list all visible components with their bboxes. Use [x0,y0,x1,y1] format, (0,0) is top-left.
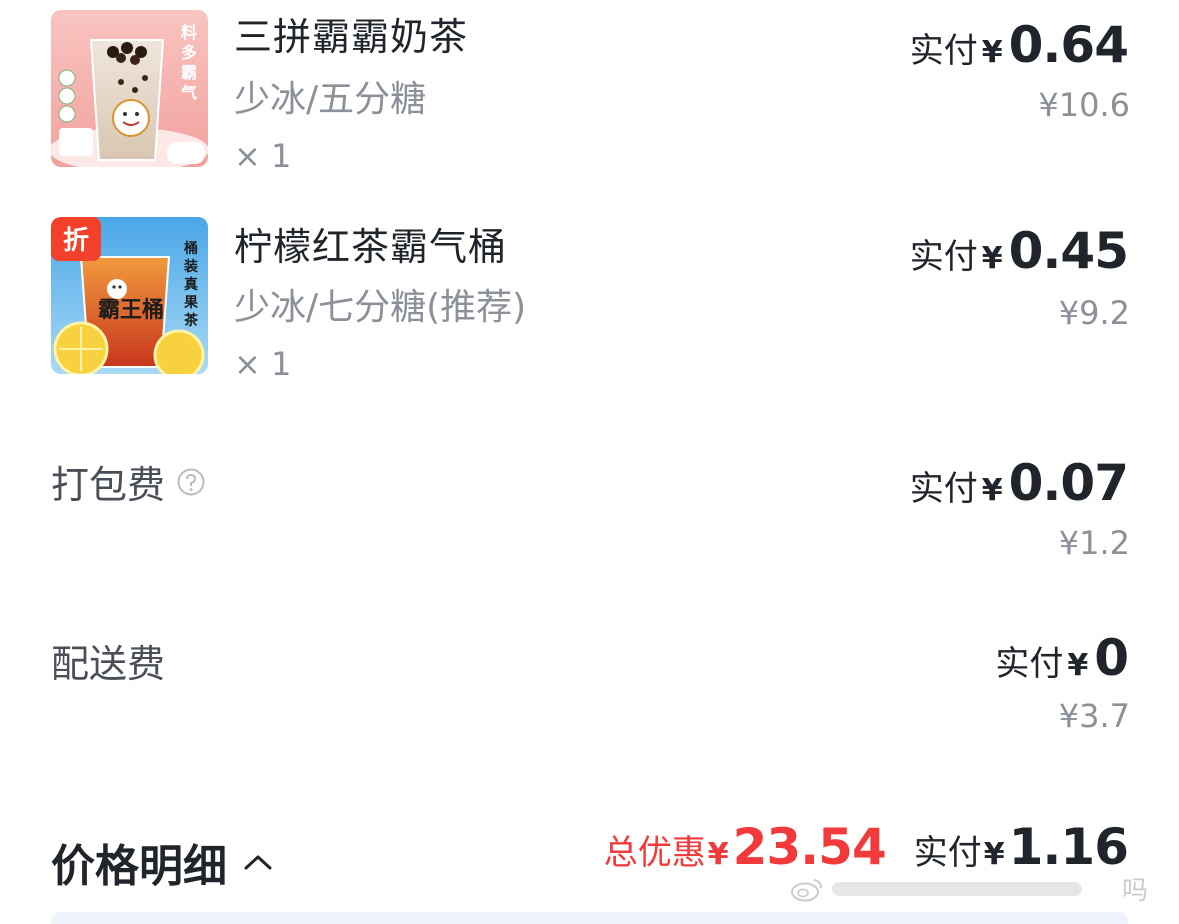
currency-symbol: ¥ [981,473,1003,508]
paid-label: 实付 [909,31,978,71]
svg-text:霸: 霸 [181,63,197,82]
fee-paid-amount: 实付 ¥ 0 [995,629,1129,687]
item-spec: 少冰/七分糖(推荐) [234,287,527,328]
total-paid-value: 1.16 [1008,818,1129,876]
paid-value: 0 [1094,629,1129,687]
lemon-tea-icon: 霸王桶 桶 装 真 果 茶 折 [51,217,208,374]
watermark-text-redacted [832,881,1082,896]
item-spec: 少冰/五分糖 [234,79,427,120]
svg-text:料: 料 [181,23,197,42]
item-name: 三拼霸霸奶茶 [234,15,469,59]
svg-text:霸王桶: 霸王桶 [98,298,164,323]
price-detail-page: 料 多 霸 气 三拼霸霸奶茶 少冰/五分糖 × 1 实付 ¥ 0.64 ¥10.… [0,0,1179,924]
item-paid-amount: 实付 ¥ 0.45 [909,222,1129,280]
paid-value: 0.07 [1008,454,1129,512]
order-item-lemon-tea[interactable]: 霸王桶 桶 装 真 果 茶 折 柠檬红茶霸气桶 少冰/七分糖(推荐) × 1 实… [0,200,1179,390]
svg-text:多: 多 [181,43,197,62]
watermark: 吗 [790,870,1148,907]
order-item-milk-tea[interactable]: 料 多 霸 气 三拼霸霸奶茶 少冰/五分糖 × 1 实付 ¥ 0.64 ¥10.… [0,0,1179,190]
fee-row-packing: 打包费 实付 ¥ 0.07 ¥1.2 [0,440,1179,570]
fee-label: 配送费 [51,633,165,688]
currency-symbol: ¥ [983,837,1005,872]
currency-symbol: ¥ [707,837,729,872]
summary-amounts: 总优惠 ¥ 23.54 实付 ¥ 1.16 [603,818,1129,876]
total-discount-value: 23.54 [732,818,887,876]
item-quantity: × 1 [234,345,292,383]
currency-symbol: ¥ [981,241,1003,276]
item-name: 柠檬红茶霸气桶 [234,225,508,269]
svg-text:折: 折 [63,226,89,256]
svg-text:真: 真 [184,276,198,293]
paid-value: 0.45 [1008,222,1129,280]
fee-row-delivery: 配送费 实付 ¥ 0 ¥3.7 [0,615,1179,745]
svg-text:桶: 桶 [184,240,198,257]
paid-label: 实付 [909,237,978,277]
summary-title: 价格明细 [51,841,227,892]
item-quantity: × 1 [234,137,292,175]
fee-label: 打包费 [51,454,205,509]
chevron-up-icon[interactable] [243,853,273,871]
fee-original-price: ¥3.7 [1058,697,1130,735]
currency-symbol: ¥ [1067,648,1089,683]
item-original-price: ¥10.6 [1038,86,1130,124]
item-paid-amount: 实付 ¥ 0.64 [909,16,1129,74]
item-original-price: ¥9.2 [1058,294,1130,332]
svg-text:果: 果 [183,295,199,311]
fee-paid-amount: 实付 ¥ 0.07 [909,454,1129,512]
fee-label-text: 打包费 [51,463,166,507]
total-paid-label: 实付 [913,833,982,873]
paid-label: 实付 [909,469,978,509]
milk-tea-icon: 料 多 霸 气 [51,10,208,167]
svg-text:气: 气 [180,83,197,102]
fee-label-text: 配送费 [51,642,166,686]
currency-symbol: ¥ [981,35,1003,70]
bottom-panel-edge [51,912,1128,924]
price-detail-toggle[interactable]: 价格明细 [51,830,273,894]
weibo-logo-icon [791,878,822,901]
paid-label: 实付 [995,644,1064,684]
total-discount-label: 总优惠 [603,833,706,873]
watermark-text: 吗 [1122,876,1149,906]
lemon-tea-thumbnail: 霸王桶 桶 装 真 果 茶 折 [51,217,208,374]
svg-text:茶: 茶 [183,312,199,329]
fee-original-price: ¥1.2 [1058,524,1130,562]
help-icon[interactable] [177,468,205,496]
paid-value: 0.64 [1008,16,1129,74]
milk-tea-thumbnail: 料 多 霸 气 [51,10,208,167]
svg-text:装: 装 [183,258,199,275]
